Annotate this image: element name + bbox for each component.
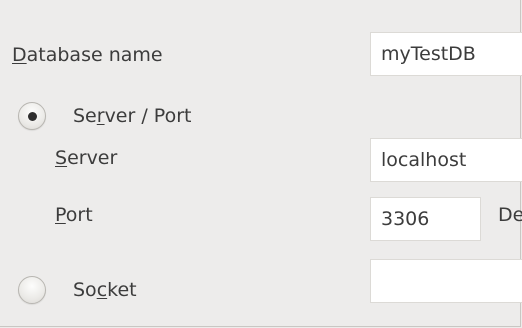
- port-label-mnemonic: P: [55, 204, 66, 226]
- radio-selected-dot: [27, 111, 37, 121]
- socket-input[interactable]: [370, 259, 522, 303]
- socket-label-pre: So: [73, 279, 97, 301]
- port-input[interactable]: 3306: [370, 197, 481, 241]
- socket-label[interactable]: Socket: [73, 278, 137, 302]
- server-port-label-pre: Se: [73, 105, 97, 127]
- server-port-label[interactable]: Server / Port: [73, 104, 191, 128]
- server-port-label-mnemonic: r: [96, 105, 105, 127]
- server-label-text: erver: [67, 147, 118, 169]
- port-label-text: ort: [65, 204, 93, 226]
- server-port-radio[interactable]: [18, 102, 46, 130]
- server-label-mnemonic: S: [55, 147, 68, 169]
- socket-radio[interactable]: [18, 276, 46, 304]
- server-input[interactable]: localhost: [370, 138, 522, 182]
- socket-label-mnemonic: c: [96, 279, 108, 301]
- server-label: Server: [55, 146, 117, 170]
- database-name-label: Database name: [12, 43, 163, 67]
- port-default-text: De: [498, 204, 522, 226]
- port-label: Port: [55, 203, 93, 227]
- database-name-label-mnemonic: D: [12, 44, 27, 66]
- server-port-label-post: ver / Port: [104, 105, 192, 127]
- socket-label-post: ket: [107, 279, 137, 301]
- database-name-label-text: atabase name: [26, 44, 163, 66]
- database-name-input[interactable]: myTestDB: [370, 32, 522, 76]
